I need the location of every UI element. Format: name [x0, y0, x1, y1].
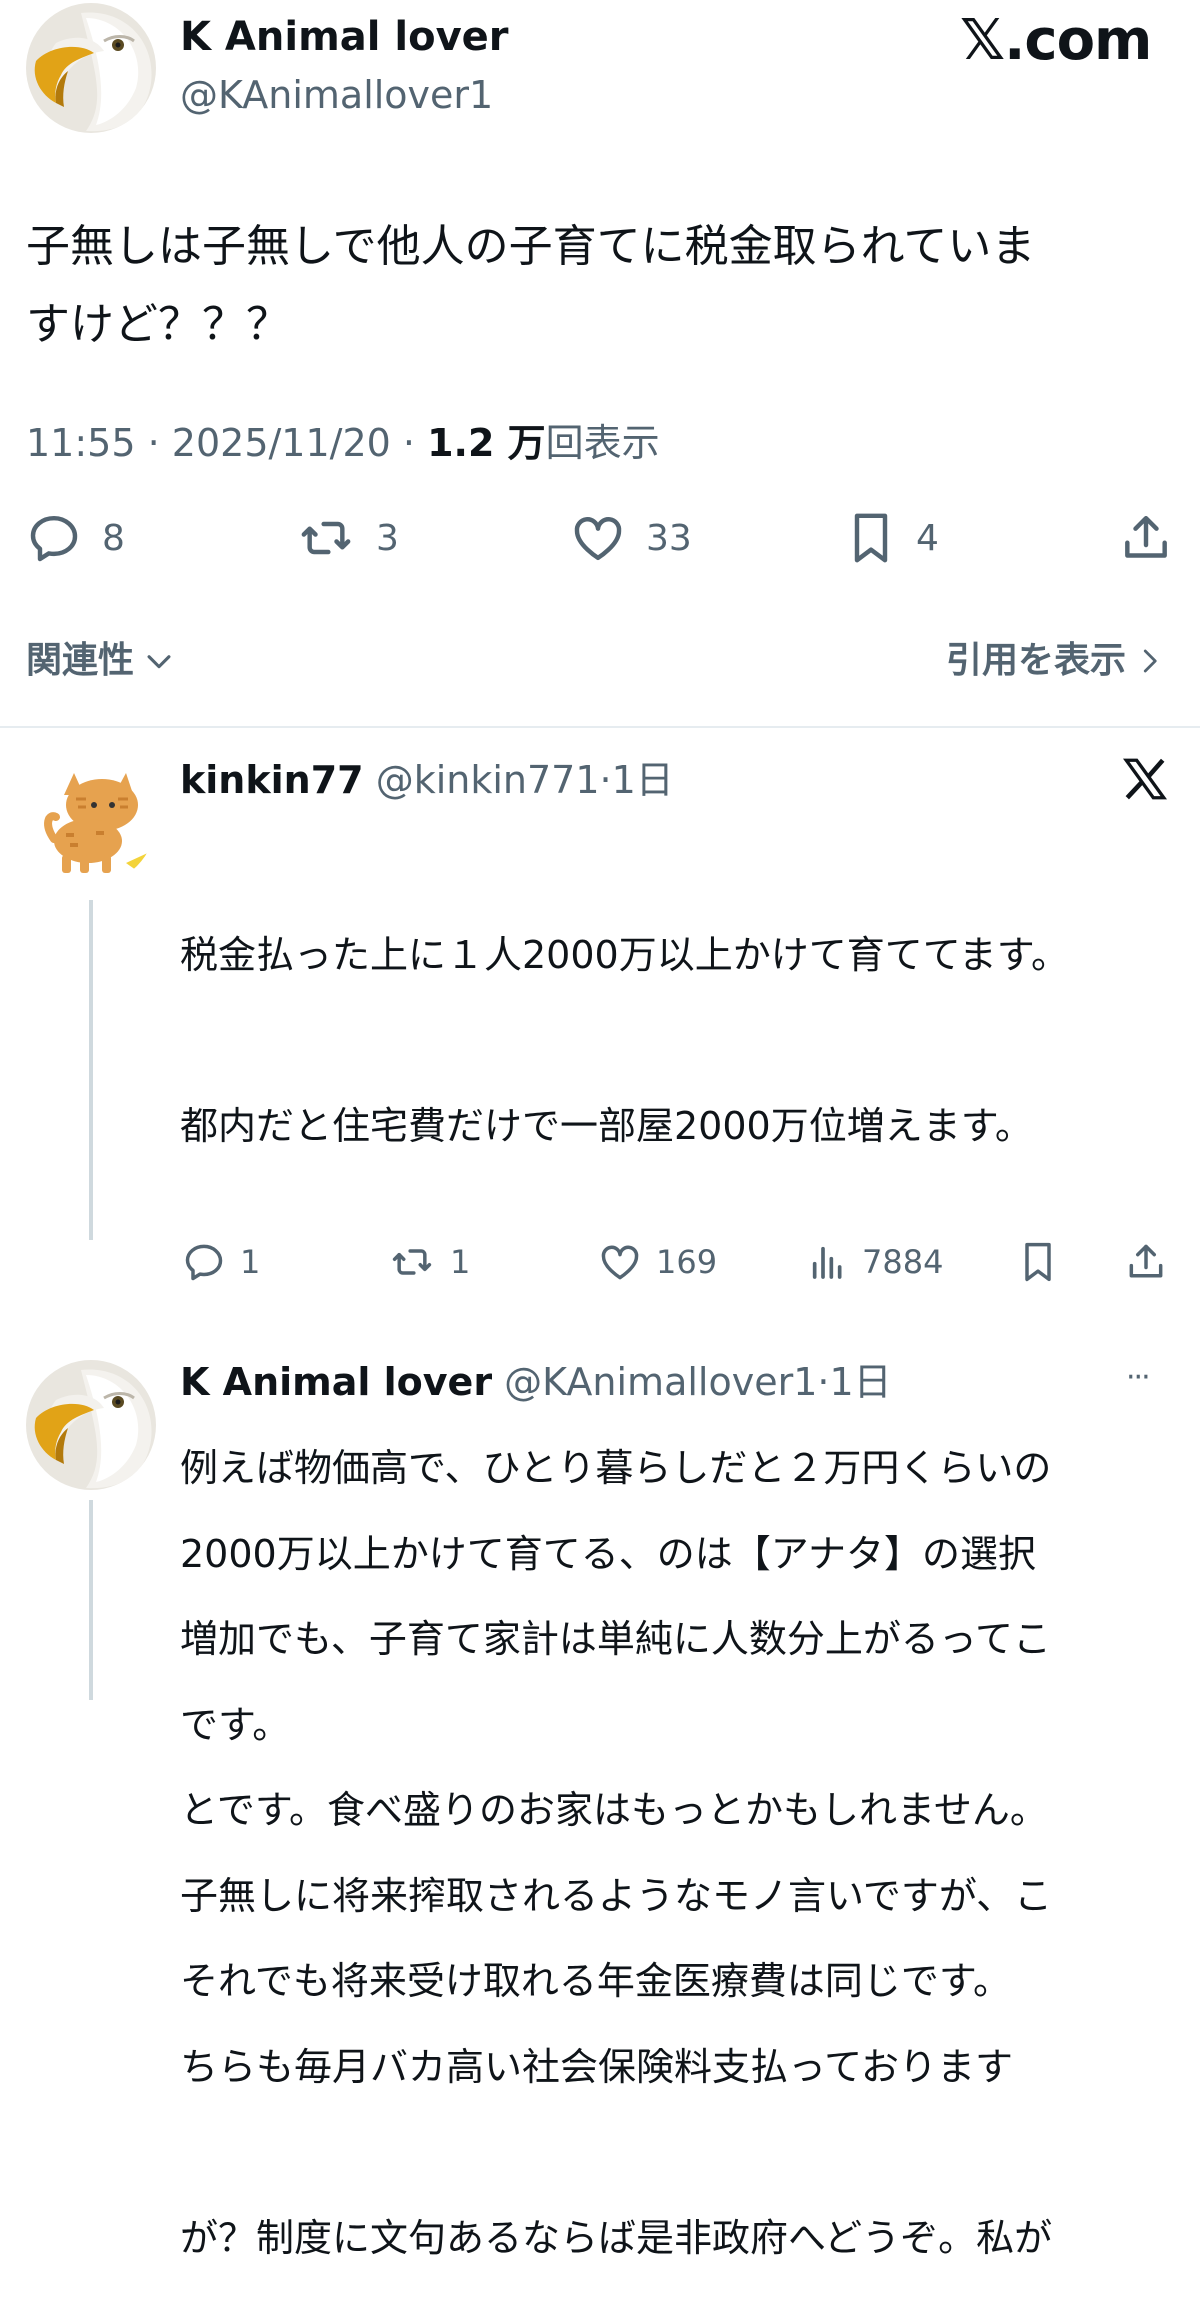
share-icon	[1129, 1244, 1163, 1278]
relevance-sort-dropdown[interactable]: 関連性	[26, 636, 176, 686]
post-meta: 11:55 · 2025/11/20 · 1.2 万回表示	[26, 418, 660, 468]
reply2-header: K Animal lover @KAnimallover1·1日	[180, 1356, 892, 1408]
bookmark-button[interactable]: 4	[846, 510, 939, 566]
reply-icon	[185, 1244, 223, 1281]
bookmark-icon	[1025, 1242, 1051, 1282]
reply1-display-name[interactable]: kinkin77	[180, 758, 364, 802]
post-text-line: すけど？？？	[26, 299, 290, 350]
like-icon	[601, 1245, 639, 1280]
reply1-views-button[interactable]: 7884	[808, 1240, 943, 1284]
reply2-line: です。	[180, 1703, 291, 1747]
cat-avatar-image	[26, 755, 156, 885]
reply2-line: ちらも毎月バカ高い社会保険料支払っております	[180, 2045, 1013, 2089]
divider	[0, 726, 1200, 728]
x-logo-icon	[1122, 758, 1168, 800]
reply-count: 8	[102, 517, 125, 559]
reply2-text: 2000万以上かけて育てる、のは【アナタ】の選択 です。 子無しに将来搾取される…	[180, 1412, 1052, 2324]
like-icon	[574, 517, 622, 561]
chevron-down-icon	[147, 655, 171, 669]
views-count: 1.2 万	[427, 421, 546, 465]
reply-button[interactable]: 8	[26, 510, 125, 566]
reply2-line: 2000万以上かけて育てる、のは【アナタ】の選択	[180, 1532, 1036, 1576]
show-quotes-link[interactable]: 引用を表示	[946, 636, 1164, 686]
x-logo	[1120, 754, 1170, 808]
bookmark-count: 4	[916, 517, 939, 559]
avatar-eagle[interactable]	[26, 3, 156, 133]
meta-separator: ·	[402, 421, 416, 465]
reply1-line: 税金払った上に１人2000万以上かけて育ててます。	[180, 933, 1070, 977]
share-icon	[1125, 515, 1167, 558]
repost-count: 3	[376, 517, 399, 559]
reply1-reply-count: 1	[240, 1243, 261, 1281]
show-quotes-label: 引用を表示	[946, 640, 1127, 681]
repost-icon	[301, 521, 351, 555]
reply1-like-count: 169	[656, 1243, 718, 1281]
share-button[interactable]	[1118, 510, 1174, 570]
post-time[interactable]: 11:55	[26, 421, 136, 465]
reply1-header: kinkin77 @kinkin771·1日	[180, 754, 674, 806]
chevron-right-icon	[1143, 649, 1157, 673]
reply1-repost-button[interactable]: 1	[388, 1240, 470, 1284]
reply1-share-button[interactable]	[1124, 1240, 1168, 1288]
analytics-icon	[812, 1246, 842, 1279]
reply2-age[interactable]: ·1日	[817, 1360, 891, 1404]
reply-icon	[30, 515, 78, 562]
more-options-button[interactable]: ···	[1126, 1356, 1151, 1400]
post-text-line: 子無しは子無しで他人の子育てに税金取られていま	[26, 221, 1036, 272]
reply1-line: 都内だと住宅費だけで一部屋2000万位増えます。	[180, 1104, 1033, 1148]
reply1-like-button[interactable]: 169	[598, 1240, 717, 1284]
reply1-bookmark-button[interactable]	[1018, 1240, 1058, 1288]
like-count: 33	[646, 517, 692, 559]
post-date[interactable]: 2025/11/20	[172, 421, 391, 465]
eagle-avatar-image	[26, 1360, 156, 1490]
post-text: 子無しは子無しで他人の子育てに税金取られていま すけど？？？	[26, 208, 1035, 364]
avatar-cat[interactable]	[26, 755, 156, 885]
reply1-repost-count: 1	[450, 1243, 471, 1281]
repost-icon	[392, 1249, 432, 1275]
thread-connector	[89, 900, 93, 1240]
like-button[interactable]: 33	[570, 510, 692, 566]
reply1-reply-button[interactable]: 1	[182, 1240, 260, 1284]
reply2-line: が？制度に文句あるならば是非政府へどうぞ。私が	[180, 2216, 1053, 2260]
reply2-line: 子無しに将来搾取されるようなモノ言いですが、こ	[180, 1874, 1053, 1918]
reply1-view-count: 7884	[862, 1243, 944, 1281]
relevance-label: 関連性	[26, 640, 135, 681]
avatar-eagle[interactable]	[26, 1360, 156, 1490]
reply1-handle[interactable]: @kinkin771	[376, 758, 600, 802]
meta-separator: ·	[147, 421, 160, 465]
xcom-logo: 𝕏.com	[960, 8, 1152, 73]
eagle-avatar-image	[26, 3, 156, 133]
reply2-display-name[interactable]: K Animal lover	[180, 1360, 492, 1404]
reply1-age[interactable]: ·1日	[600, 758, 674, 802]
thread-connector	[89, 1500, 93, 1700]
reply2-handle[interactable]: @KAnimallover1	[504, 1360, 817, 1404]
repost-button[interactable]: 3	[296, 510, 399, 566]
bookmark-icon	[854, 513, 888, 563]
author-display-name[interactable]: K Animal lover	[180, 12, 509, 62]
views-label: 回表示	[545, 421, 660, 465]
author-handle[interactable]: @KAnimallover1	[180, 70, 493, 120]
